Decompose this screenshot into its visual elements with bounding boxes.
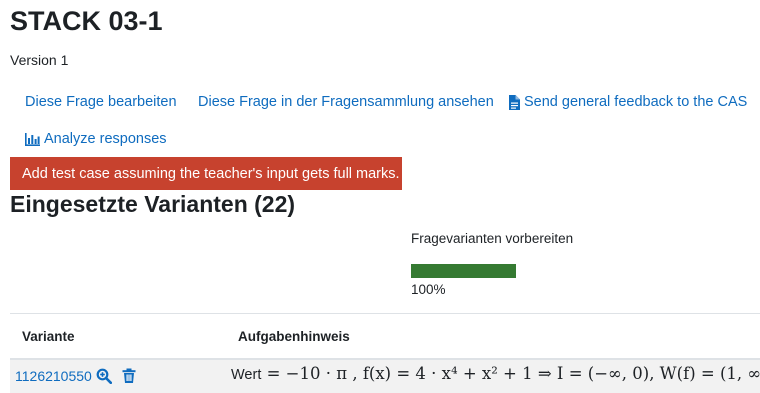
edit-question-label: Diese Frage bearbeiten: [25, 94, 177, 110]
preview-variant-button[interactable]: [96, 368, 113, 385]
view-in-question-bank-link[interactable]: Diese Frage in der Fragensammlung ansehe…: [198, 94, 494, 110]
prepare-variants-label: Fragevarianten vorbereiten: [411, 231, 574, 246]
view-in-bank-label: Diese Frage in der Fragensammlung ansehe…: [198, 94, 494, 110]
send-feedback-label: Send general feedback to the CAS: [524, 94, 748, 110]
progress-bar-fill: [411, 264, 516, 278]
file-icon: [509, 94, 520, 110]
delete-variant-button[interactable]: [122, 368, 138, 384]
column-header-hint: Aufgabenhinweis: [238, 329, 350, 344]
trash-icon: [122, 368, 136, 383]
prepare-variants-progress-bar: [411, 264, 516, 278]
page-title: STACK 03-1: [10, 6, 163, 36]
table-top-border: [10, 313, 760, 314]
bar-chart-icon: [25, 132, 40, 146]
progress-percentage: 100%: [411, 282, 446, 297]
variant-seed-link[interactable]: 1126210550: [15, 368, 92, 384]
analyze-responses-link[interactable]: Analyze responses: [25, 131, 167, 147]
question-note-math: Wert = −10 · π , f(x) = 4 · x⁴ + x² + 1 …: [231, 364, 760, 383]
question-version: Version 1: [10, 52, 69, 68]
variants-heading: Eingesetzte Varianten (22): [10, 191, 296, 217]
zoom-in-icon: [96, 368, 113, 385]
add-test-case-button[interactable]: Add test case assuming the teacher's inp…: [10, 157, 402, 190]
analyze-responses-label: Analyze responses: [44, 131, 167, 147]
hint-prefix: Wert: [231, 367, 262, 383]
column-header-variant: Variante: [22, 329, 75, 344]
send-feedback-link[interactable]: Send general feedback to the CAS: [508, 94, 747, 110]
hint-formula: = −10 · π , f(x) = 4 · x⁴ + x² + 1 ⇒ I =…: [266, 364, 760, 383]
edit-question-link[interactable]: Diese Frage bearbeiten: [25, 94, 177, 110]
